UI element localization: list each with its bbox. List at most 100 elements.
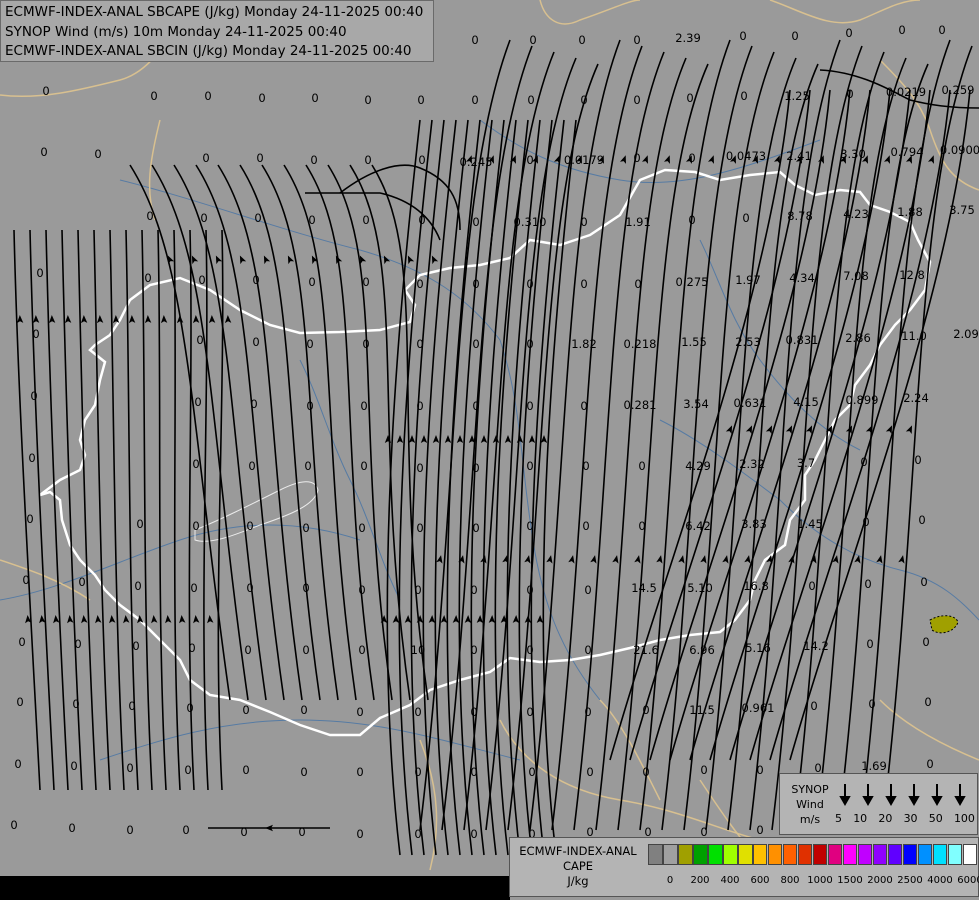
cape-value-134: 0 xyxy=(582,519,589,533)
cape-legend-title: ECMWF-INDEX-ANAL xyxy=(519,844,637,858)
cape-value-211: 0 xyxy=(126,823,133,837)
cape-value-184: 0 xyxy=(526,705,533,719)
cape-value-168: 0 xyxy=(584,643,591,657)
cape-value-42: 0.0473 xyxy=(726,149,766,163)
cape-swatch-17 xyxy=(902,844,918,865)
cape-value-145: 0 xyxy=(246,581,253,595)
cape-value-122: 3.7 xyxy=(797,456,815,470)
cape-value-135: 0 xyxy=(638,519,645,533)
cape-value-34: 0 xyxy=(310,153,317,167)
cape-value-210: 0 xyxy=(68,821,75,835)
cape-swatch-6 xyxy=(737,844,753,865)
cape-value-48: 0 xyxy=(200,211,207,225)
cape-value-15: 0 xyxy=(204,89,211,103)
cape-color-scale xyxy=(648,844,978,865)
wind-legend-unit: m/s xyxy=(799,813,821,826)
cape-value-199: 0 xyxy=(414,765,421,779)
cape-value-152: 14.5 xyxy=(631,581,657,595)
cape-value-100: 0 xyxy=(416,399,423,413)
cape-value-143: 0 xyxy=(134,579,141,593)
cape-value-115: 0 xyxy=(416,461,423,475)
cape-value-215: 0 xyxy=(356,827,363,841)
cape-value-7: 2.39 xyxy=(675,31,701,45)
cape-value-18: 0 xyxy=(364,93,371,107)
cape-value-14: 0 xyxy=(150,89,157,103)
cape-value-76: 4.34 xyxy=(789,271,815,285)
cape-value-112: 0 xyxy=(248,459,255,473)
title-line-cape: ECMWF-INDEX-ANAL SBCAPE (J/kg) Monday 24… xyxy=(5,4,424,20)
cape-value-190: 0 xyxy=(868,697,875,711)
cape-swatch-20 xyxy=(947,844,963,865)
cape-value-172: 14.2 xyxy=(803,639,829,653)
weather-map[interactable]: 0 0 0 0 0 0 0 2.39 0 0 0 0 0 0 0 0 0 0 0 0 0 0 0 0 0 0 1.25 0 0.0219… xyxy=(0,0,979,900)
cape-tick-1000: 1000 xyxy=(807,875,833,886)
cape-value-108: 0.899 xyxy=(846,393,879,407)
cape-value-13: 0 xyxy=(42,84,49,98)
wind-barb-icons xyxy=(839,784,966,807)
cape-value-189: 0 xyxy=(810,699,817,713)
cape-value-116: 0 xyxy=(472,461,479,475)
cape-value-94: 2.09 xyxy=(953,327,979,341)
cape-value-222: 0 xyxy=(756,823,763,837)
cape-value-114: 0 xyxy=(360,459,367,473)
wind-speed-5: 5 xyxy=(835,812,842,825)
cape-value-67: 0 xyxy=(308,275,315,289)
cape-value-188: 0.961 xyxy=(742,701,775,715)
cape-value-8: 0 xyxy=(739,29,746,43)
wind-legend: SYNOP Wind m/s 5 10 20 30 50 100 xyxy=(779,773,978,835)
cape-tick-200: 200 xyxy=(690,875,710,886)
cape-value-23: 0 xyxy=(633,93,640,107)
cape-value-191: 0 xyxy=(924,695,931,709)
cape-value-5: 0 xyxy=(578,33,585,47)
cape-swatch-14 xyxy=(857,844,873,865)
cape-value-41: 0 xyxy=(688,151,695,165)
cape-value-193: 0 xyxy=(70,759,77,773)
cape-value-21: 0 xyxy=(527,93,534,107)
cape-value-136: 6.42 xyxy=(685,519,711,533)
cape-value-124: 0 xyxy=(914,453,921,467)
cape-value-81: 0 xyxy=(252,335,259,349)
cape-swatch-12 xyxy=(827,844,843,865)
cape-value-195: 0 xyxy=(184,763,191,777)
cape-value-44: 3.30 xyxy=(840,147,866,161)
cape-value-201: 0 xyxy=(528,765,535,779)
cape-value-35: 0 xyxy=(364,153,371,167)
cape-value-118: 0 xyxy=(582,459,589,473)
cape-tick-800: 800 xyxy=(780,875,800,886)
cape-value-173: 0 xyxy=(866,637,873,651)
cape-value-4: 0 xyxy=(529,33,536,47)
cape-value-113: 0 xyxy=(304,459,311,473)
cape-value-186: 0 xyxy=(642,703,649,717)
cape-tick-4000: 4000 xyxy=(927,875,953,886)
cape-value-192: 0 xyxy=(14,757,21,771)
bottom-strip xyxy=(0,876,510,900)
cape-swatch-19 xyxy=(932,844,948,865)
cape-value-104: 0.281 xyxy=(624,398,657,412)
cape-value-60: 4.23 xyxy=(843,207,869,221)
wind-legend-values: 5 10 20 30 50 100 xyxy=(835,812,975,825)
cape-value-167: 0 xyxy=(526,643,533,657)
cape-value-102: 0 xyxy=(526,399,533,413)
cape-value-205: 0 xyxy=(756,763,763,777)
cape-value-169: 21.6 xyxy=(633,643,659,657)
cape-value-68: 0 xyxy=(362,275,369,289)
cape-value-47: 0 xyxy=(146,209,153,223)
cape-swatch-15 xyxy=(872,844,888,865)
cape-value-37: 0.245 xyxy=(460,155,493,169)
cape-value-45: 0.794 xyxy=(891,145,924,159)
cape-value-56: 1.91 xyxy=(625,215,651,229)
cape-value-159: 0 xyxy=(74,637,81,651)
cape-value-64: 0 xyxy=(144,271,151,285)
cape-value-87: 1.82 xyxy=(571,337,597,351)
cape-value-3: 0 xyxy=(471,33,478,47)
cape-value-91: 0.831 xyxy=(786,333,819,347)
cape-value-6: 0 xyxy=(633,33,640,47)
cape-value-182: 0 xyxy=(414,705,421,719)
cape-value-216: 0 xyxy=(414,827,421,841)
cape-value-158: 0 xyxy=(18,635,25,649)
cape-value-61: 1.88 xyxy=(897,205,923,219)
cape-value-66: 0 xyxy=(252,273,259,287)
cape-legend-subtitle: CAPE xyxy=(562,859,594,873)
cape-swatch-7 xyxy=(752,844,768,865)
cape-value-147: 0 xyxy=(358,583,365,597)
